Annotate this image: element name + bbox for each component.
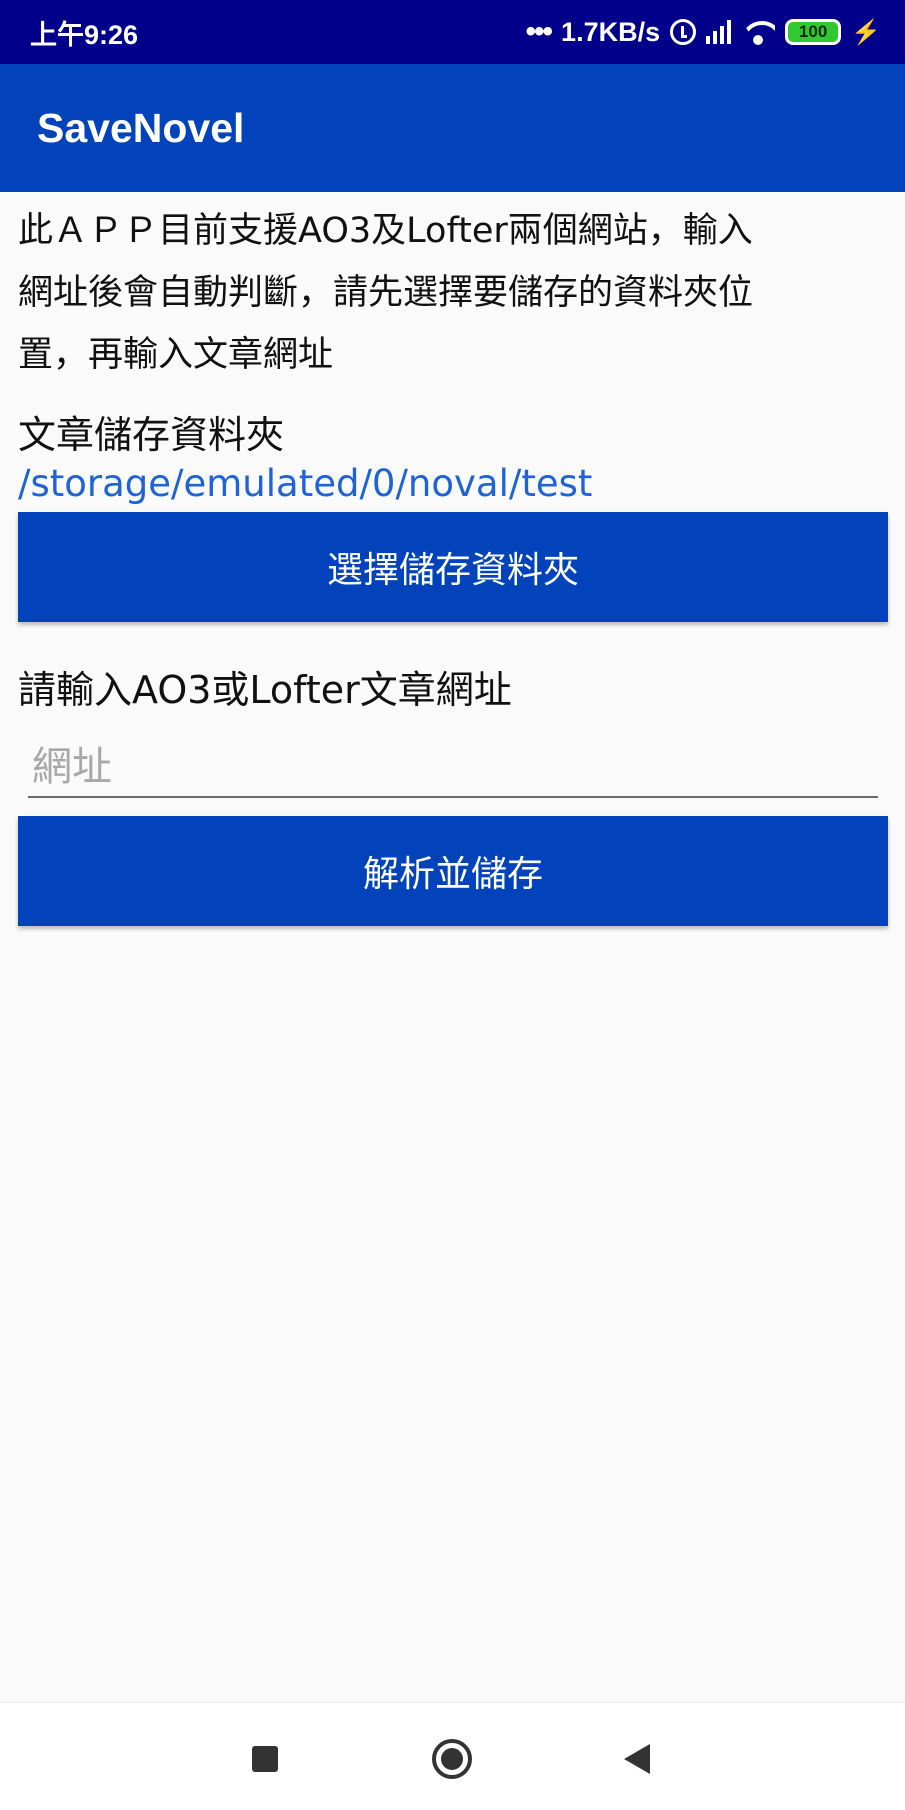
charging-bolt-icon: ⚡ (851, 18, 881, 46)
url-input[interactable] (28, 738, 878, 798)
home-circle-icon[interactable] (432, 1739, 472, 1779)
status-icons: ••• 1.7KB/s 100 ⚡ (526, 15, 881, 49)
signal-icon (706, 20, 732, 44)
intro-line: 網址後會自動判斷，請先選擇要儲存的資料夾位 (18, 273, 754, 313)
url-heading: 請輸入AO3或Lofter文章網址 (18, 668, 512, 712)
wifi-icon (741, 19, 775, 45)
intro-line: 此ＡＰＰ目前支援AO3及Lofter兩個網站，輸入 (18, 211, 753, 251)
more-notifications-icon: ••• (525, 15, 553, 48)
recents-square-icon[interactable] (252, 1746, 278, 1772)
back-triangle-icon[interactable] (624, 1744, 650, 1774)
main-content: 此ＡＰＰ目前支援AO3及Lofter兩個網站，輸入 網址後會自動判斷，請先選擇要… (18, 192, 888, 926)
folder-heading: 文章儲存資料夾 (18, 413, 285, 457)
folder-path: /storage/emulated/0/noval/test (18, 462, 593, 505)
battery-icon: 100 (785, 19, 842, 45)
intro-line: 置，再輸入文章網址 (18, 335, 334, 375)
app-bar: SaveNovel (0, 64, 905, 192)
app-title: SaveNovel (37, 104, 245, 151)
parse-save-button[interactable]: 解析並儲存 (18, 816, 888, 926)
status-time: 上午9:26 (30, 19, 139, 50)
intro-text: 此ＡＰＰ目前支援AO3及Lofter兩個網站，輸入 網址後會自動判斷，請先選擇要… (18, 200, 888, 386)
navigation-bar (0, 1702, 905, 1810)
status-bar: 上午9:26 ••• 1.7KB/s 100 ⚡ (0, 0, 905, 64)
network-speed: 1.7KB/s (561, 16, 661, 47)
select-folder-button[interactable]: 選擇儲存資料夾 (18, 512, 888, 622)
alarm-icon (670, 19, 697, 45)
